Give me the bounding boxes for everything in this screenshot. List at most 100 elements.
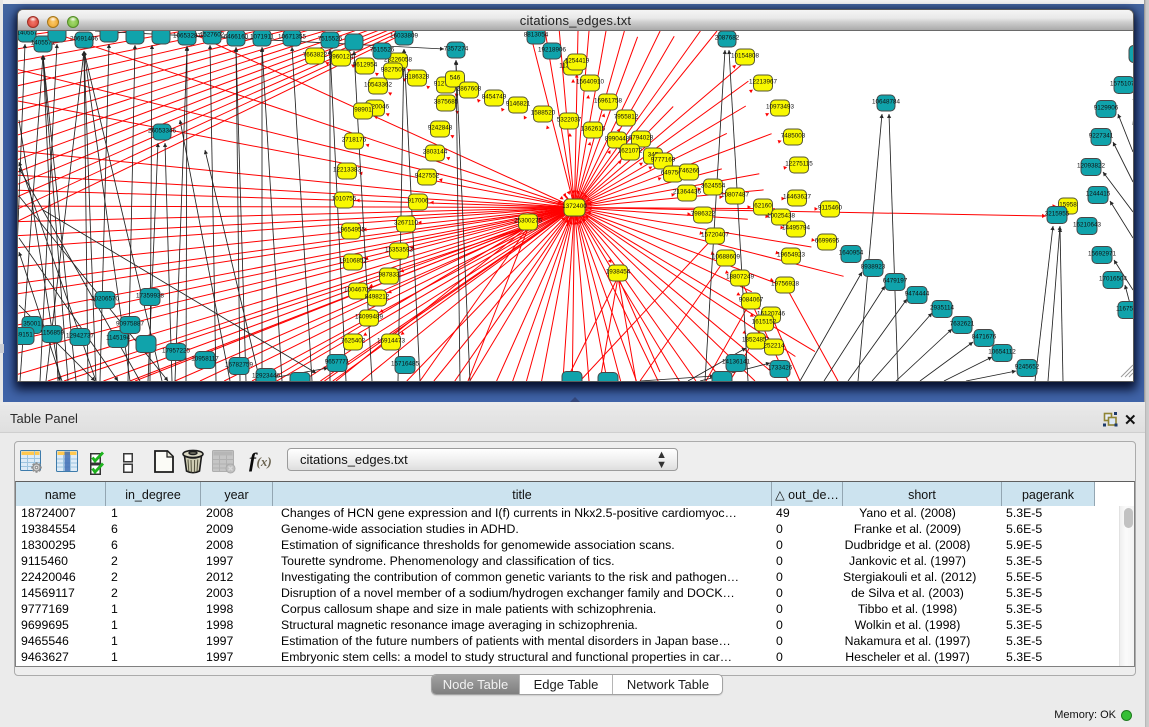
svg-text:19756928: 19756928: [771, 281, 800, 288]
svg-text:3875685: 3875685: [434, 99, 459, 106]
svg-text:9612954: 9612954: [353, 62, 378, 69]
svg-text:10958117: 10958117: [191, 356, 219, 363]
svg-text:14463627: 14463627: [783, 194, 812, 201]
svg-text:2718176: 2718176: [342, 137, 367, 144]
svg-text:987833: 987833: [378, 272, 400, 279]
svg-text:35001: 35001: [23, 321, 41, 328]
svg-text:14495794: 14495794: [782, 225, 811, 232]
svg-text:1362615: 1362615: [581, 126, 606, 133]
svg-text:7986322: 7986322: [691, 211, 716, 218]
svg-text:6466160: 6466160: [224, 34, 249, 41]
svg-text:12213967: 12213967: [749, 79, 778, 86]
svg-text:1112: 1112: [1132, 50, 1133, 57]
svg-text:9129906: 9129906: [1094, 105, 1119, 112]
svg-text:8938923: 8938923: [861, 264, 886, 271]
svg-text:1733426: 1733426: [768, 365, 793, 372]
svg-text:25300275: 25300275: [514, 218, 543, 225]
svg-text:15720407: 15720407: [701, 232, 730, 239]
svg-text:12275115: 12275115: [785, 161, 813, 168]
svg-text:15640910: 15640910: [576, 79, 605, 86]
svg-text:3267110: 3267110: [394, 220, 419, 227]
svg-text:15751074: 15751074: [1110, 81, 1133, 88]
svg-text:1071911: 1071911: [250, 34, 275, 41]
svg-text:16961758: 16961758: [594, 98, 623, 105]
svg-text:7515526: 7515526: [370, 47, 395, 54]
svg-text:8990448: 8990448: [605, 136, 630, 143]
svg-text:18807249: 18807249: [726, 274, 755, 281]
svg-text:140557: 140557: [18, 31, 38, 37]
svg-text:1640954: 1640954: [839, 250, 864, 257]
svg-text:252214: 252214: [763, 343, 785, 350]
svg-text:10973493: 10973493: [766, 104, 795, 111]
svg-text:6794028: 6794028: [629, 135, 654, 142]
svg-text:2935114: 2935114: [930, 305, 955, 312]
svg-text:1254419: 1254419: [565, 58, 590, 65]
svg-text:16033809: 16033809: [390, 33, 419, 40]
svg-text:19654923: 19654923: [777, 252, 806, 259]
svg-text:12093822: 12093822: [1077, 163, 1106, 170]
svg-text:12942737: 12942737: [66, 333, 95, 340]
svg-text:9657771: 9657771: [325, 359, 350, 366]
svg-text:9227341: 9227341: [1089, 133, 1114, 140]
svg-text:15692971: 15692971: [1088, 251, 1117, 258]
svg-text:14136141: 14136141: [722, 359, 751, 366]
svg-text:8498212: 8498212: [365, 294, 390, 301]
svg-text:9245652: 9245652: [1015, 364, 1040, 371]
svg-text:62160: 62160: [754, 203, 772, 210]
svg-text:9084067: 9084067: [739, 297, 764, 304]
svg-text:9474444: 9474444: [905, 291, 930, 298]
svg-text:1938454: 1938454: [606, 269, 631, 276]
svg-text:8813054: 8813054: [524, 32, 549, 39]
svg-text:10025438: 10025438: [767, 213, 796, 220]
svg-text:10807487: 10807487: [721, 192, 750, 199]
svg-text:1588520: 1588520: [531, 110, 556, 117]
svg-text:9242848: 9242848: [428, 125, 453, 132]
svg-text:1167534: 1167534: [1116, 306, 1133, 313]
svg-text:10648784: 10648784: [872, 99, 901, 106]
svg-text:10653287: 10653287: [173, 33, 202, 40]
svg-text:17359938: 17359938: [136, 293, 165, 300]
svg-text:7632621: 7632621: [950, 321, 975, 328]
svg-text:20206570: 20206570: [91, 296, 120, 303]
svg-text:746266: 746266: [678, 168, 700, 175]
svg-text:19218906: 19218906: [538, 47, 567, 54]
svg-text:12923446: 12923446: [252, 373, 281, 380]
svg-text:2867608: 2867608: [457, 86, 482, 93]
svg-text:39151: 39151: [18, 332, 33, 339]
svg-text:8454749: 8454749: [482, 94, 507, 101]
svg-text:8960124: 8960124: [329, 54, 354, 61]
svg-text:1010755: 1010755: [332, 196, 357, 203]
svg-text:16210643: 16210643: [1073, 222, 1102, 229]
svg-text:15716485: 15716485: [391, 361, 420, 368]
svg-text:21364436: 21364436: [673, 189, 702, 196]
svg-text:9427552: 9427552: [415, 173, 440, 180]
svg-text:17016504: 17016504: [1099, 276, 1128, 283]
svg-text:16782759: 16782759: [225, 362, 254, 369]
svg-text:8471676: 8471676: [972, 334, 997, 341]
svg-text:7955812: 7955812: [614, 114, 639, 121]
svg-text:9777169: 9777169: [651, 157, 676, 164]
svg-text:7625402: 7625402: [341, 338, 366, 345]
svg-text:6699695: 6699695: [815, 238, 840, 245]
svg-text:90975887: 90975887: [116, 321, 145, 328]
svg-text:19106852: 19106852: [339, 258, 368, 265]
svg-text:9115460: 9115460: [818, 205, 843, 212]
svg-text:546: 546: [450, 75, 461, 82]
svg-text:10688609: 10688609: [712, 254, 741, 261]
svg-text:16914473: 16914473: [377, 338, 406, 345]
svg-text:98901: 98901: [354, 107, 372, 114]
svg-text:3215955: 3215955: [1045, 211, 1070, 218]
svg-text:917006: 917006: [407, 198, 429, 205]
svg-text:10671355: 10671355: [278, 34, 307, 41]
svg-text:1156859: 1156859: [40, 330, 65, 337]
svg-text:10654112: 10654112: [988, 349, 1016, 356]
svg-text:14099489: 14099489: [355, 314, 384, 321]
svg-text:1372400: 1372400: [562, 203, 587, 210]
svg-text:17957225: 17957225: [162, 348, 191, 355]
svg-text:7357274: 7357274: [444, 46, 469, 53]
svg-text:1244415: 1244415: [1086, 191, 1111, 198]
svg-text:5322037: 5322037: [557, 117, 582, 124]
svg-text:19654955: 19654955: [337, 227, 366, 234]
svg-text:10154808: 10154808: [731, 53, 760, 60]
svg-text:7485003: 7485003: [781, 133, 806, 140]
